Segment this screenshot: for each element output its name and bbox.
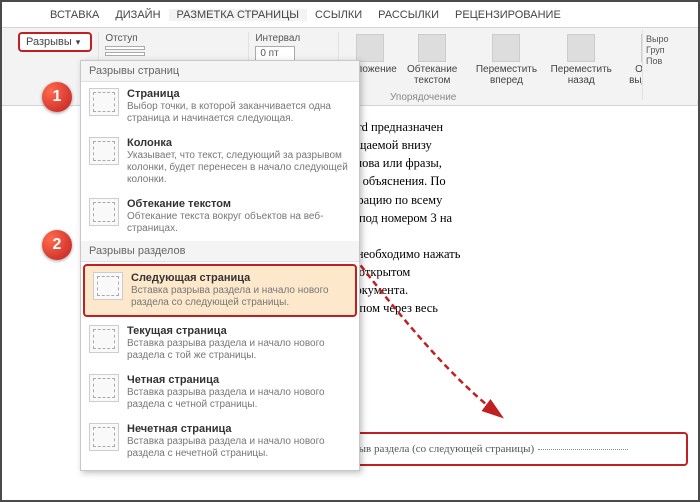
indent-label: Отступ [105,33,137,44]
ribbon-tabs: ВСТАВКА ДИЗАЙН РАЗМЕТКА СТРАНИЦЫ ССЫЛКИ … [2,2,698,28]
tab-references[interactable]: ССЫЛКИ [307,9,370,21]
next-page-break-icon [93,272,123,300]
even-page-break-icon [89,374,119,402]
breaks-menu: Разрывы страниц Страница Выбор точки, в … [80,60,360,471]
odd-page-break-icon [89,423,119,451]
right-edge-partial: Выро Груп Пов [642,30,698,100]
wrap-text-button[interactable]: Обтекание текстом [397,32,467,88]
send-backward-button[interactable]: Переместить назад [546,32,617,88]
position-icon [356,34,384,62]
page-break-icon [89,88,119,116]
annotation-marker-2: 2 [42,230,72,260]
break-even-page-item[interactable]: Четная страница Вставка разрыва раздела … [81,368,359,417]
indent-right-field[interactable] [105,52,145,56]
indent-left-field[interactable] [105,46,145,50]
break-odd-page-item[interactable]: Нечетная страница Вставка разрыва раздел… [81,417,359,466]
forward-icon [492,34,520,62]
annotation-marker-1: 1 [42,82,72,112]
breaks-dropdown[interactable]: Разрывы [18,32,92,52]
break-continuous-item[interactable]: Текущая страница Вставка разрыва раздела… [81,319,359,368]
textwrap-break-icon [89,198,119,226]
menu-section-section-breaks: Разрывы разделов [81,241,359,262]
tab-design[interactable]: ДИЗАЙН [107,9,168,21]
interval-label: Интервал [255,33,300,44]
break-page-item[interactable]: Страница Выбор точки, в которой заканчив… [81,82,359,131]
menu-section-page-breaks: Разрывы страниц [81,61,359,82]
spacing-before-field[interactable]: 0 пт [255,46,295,61]
arrange-group-label: Упорядочение [390,92,456,103]
backward-icon [567,34,595,62]
tab-page-layout[interactable]: РАЗМЕТКА СТРАНИЦЫ [169,9,307,21]
bring-forward-button[interactable]: Переместить вперед [469,32,544,88]
wrap-icon [418,34,446,62]
tab-review[interactable]: РЕЦЕНЗИРОВАНИЕ [447,9,569,21]
tab-insert[interactable]: ВСТАВКА [42,9,107,21]
break-textwrap-item[interactable]: Обтекание текстом Обтекание текста вокру… [81,192,359,241]
tab-mailings[interactable]: РАССЫЛКИ [370,9,447,21]
break-column-item[interactable]: Колонка Указывает, что текст, следующий … [81,131,359,192]
column-break-icon [89,137,119,165]
continuous-break-icon [89,325,119,353]
break-next-page-item[interactable]: Следующая страница Вставка разрыва разде… [83,264,357,317]
